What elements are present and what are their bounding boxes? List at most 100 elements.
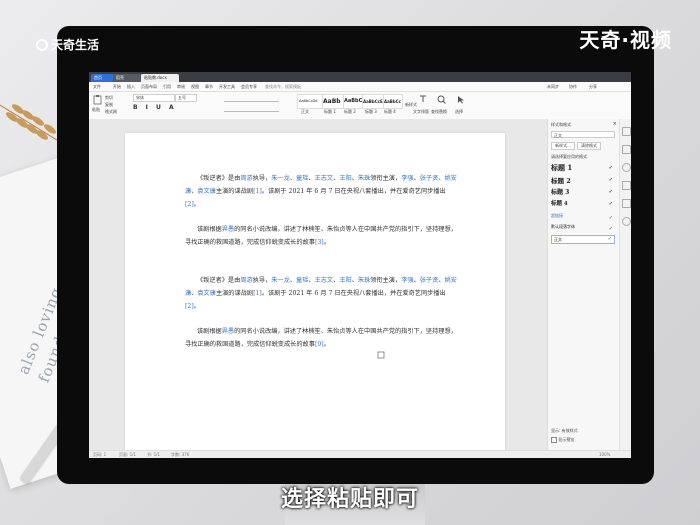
- search-icon[interactable]: [437, 95, 446, 104]
- reference-link[interactable]: [9]: [315, 341, 324, 348]
- sync-status[interactable]: 未同步: [547, 84, 559, 90]
- tool-icon[interactable]: [622, 145, 631, 154]
- style-item-heading-3[interactable]: 标题 3 ✓: [551, 187, 615, 197]
- close-icon[interactable]: ×: [613, 121, 617, 127]
- link-actor[interactable]: 张子贤: [420, 175, 439, 182]
- link-actor[interactable]: 王志文: [315, 277, 334, 284]
- link-director[interactable]: 周游: [240, 175, 252, 182]
- reference-link[interactable]: [3]: [315, 239, 324, 246]
- wps-writer-window: 首页 稻壳 粘贴教.docx 文件 开始 插入 页面布局 引用 审阅 视图 章节…: [89, 72, 631, 458]
- preview-toggle[interactable]: 显示预览: [551, 437, 574, 443]
- reference-link[interactable]: [1]: [253, 188, 262, 195]
- tool-icon[interactable]: [622, 217, 631, 226]
- share-button[interactable]: 分享: [589, 84, 597, 90]
- style-item-label: 默认段落字体: [551, 224, 575, 229]
- tool-icon[interactable]: [622, 127, 631, 136]
- link-actor[interactable]: 朱珠: [358, 175, 370, 182]
- reference-link[interactable]: [2]: [185, 201, 194, 208]
- check-icon: ✓: [608, 226, 613, 232]
- text-layout-label[interactable]: 文字排版: [413, 109, 429, 115]
- font-size-select[interactable]: 五号: [175, 94, 197, 102]
- link-author[interactable]: 畀愚: [222, 328, 234, 335]
- paste-options-icon[interactable]: [377, 351, 385, 359]
- document-page[interactable]: 《叛逆者》是由周游执导，朱一龙、童瑶、王志文、王阳、朱珠领衔主演，李强、张子贤、…: [125, 133, 505, 450]
- style-item-hyperlink[interactable]: 超链接 ✓: [551, 213, 615, 223]
- cursor-icon[interactable]: [457, 95, 465, 104]
- paste-label[interactable]: 粘贴: [92, 107, 100, 113]
- menu-insert[interactable]: 插入: [127, 84, 135, 90]
- paragraph-4-pasted[interactable]: 该剧根据畀愚的同名小说改编，讲述了林楠笙、朱怡贞等人在中国共产党的指引下，坚持理…: [185, 325, 460, 351]
- link-actor[interactable]: 童瑶: [296, 175, 308, 182]
- link-actor[interactable]: 袁文康: [197, 290, 216, 297]
- font-name-select[interactable]: 宋体: [133, 94, 175, 102]
- link-actor[interactable]: 朱一龙: [271, 175, 290, 182]
- link-director[interactable]: 周游: [240, 277, 252, 284]
- text-layout-icon[interactable]: [419, 95, 427, 103]
- link-actor[interactable]: 李强: [401, 175, 413, 182]
- tab-document[interactable]: 粘贴教.docx: [141, 74, 179, 82]
- style-item-body-selected[interactable]: 正文 ✓: [551, 235, 615, 244]
- show-styles-label[interactable]: 显示: 有效样式: [551, 428, 578, 434]
- tool-icon[interactable]: [622, 199, 631, 208]
- cut-button[interactable]: 剪切: [105, 95, 113, 101]
- style-item-label: 标题 2: [551, 177, 571, 185]
- link-actor[interactable]: 王阳: [339, 277, 351, 284]
- tab-bar: 首页 稻壳 粘贴教.docx: [89, 72, 631, 82]
- format-buttons-row[interactable]: B I U A: [133, 104, 177, 111]
- menu-layout[interactable]: 页面布局: [141, 84, 157, 90]
- tool-icon[interactable]: [622, 181, 631, 190]
- style-body[interactable]: AaBbCcDd: [297, 94, 324, 109]
- style-heading-3[interactable]: AaBbCcE: [362, 94, 384, 109]
- tool-icon[interactable]: [622, 163, 631, 172]
- paragraph-buttons-row-1[interactable]: [224, 95, 279, 102]
- reference-link[interactable]: [2]: [185, 303, 194, 310]
- tab-docer[interactable]: 稻壳: [113, 74, 143, 82]
- style-item-heading-4[interactable]: 标题 4 ✓: [551, 199, 615, 209]
- style-heading-4[interactable]: AaBbCc: [383, 94, 403, 109]
- link-actor[interactable]: 朱珠: [358, 277, 370, 284]
- format-painter-button[interactable]: 格式刷: [105, 109, 117, 115]
- menu-file[interactable]: 文件: [93, 84, 101, 90]
- menu-vip[interactable]: 会员专享: [241, 84, 257, 90]
- clear-format-button[interactable]: 清除格式: [577, 142, 601, 150]
- menu-references[interactable]: 引用: [163, 84, 171, 90]
- link-actor[interactable]: 朱一龙: [271, 277, 290, 284]
- style-label-h3: 标题 3: [365, 109, 377, 114]
- find-replace-label[interactable]: 查找替换: [431, 109, 447, 115]
- current-style-field[interactable]: 正文: [551, 131, 615, 138]
- style-item-heading-1[interactable]: 标题 1 ✓: [551, 163, 615, 173]
- style-item-default-font[interactable]: 默认段落字体 ✓: [551, 224, 615, 234]
- link-actor[interactable]: 王志文: [315, 175, 334, 182]
- paragraph-buttons-row-2[interactable]: [224, 105, 279, 112]
- paste-icon[interactable]: [93, 95, 102, 105]
- link-actor[interactable]: 童瑶: [296, 277, 308, 284]
- new-style-button[interactable]: 新样式: [405, 102, 417, 108]
- style-item-heading-2[interactable]: 标题 2 ✓: [551, 175, 615, 185]
- menu-home[interactable]: 开始: [113, 84, 121, 90]
- link-author[interactable]: 畀愚: [222, 226, 234, 233]
- paragraph-3-pasted[interactable]: 《叛逆者》是由周游执导，朱一龙、童瑶、王志文、王阳、朱珠领衔主演，李强、张子贤、…: [185, 274, 460, 313]
- status-words[interactable]: 字数: 376: [171, 452, 189, 458]
- copy-button[interactable]: 复制: [105, 102, 113, 108]
- reference-link[interactable]: [1]: [253, 290, 262, 297]
- paragraph-2[interactable]: 该剧根据畀愚的同名小说改编，讲述了林楠笙、朱怡贞等人在中国共产党的指引下，坚持理…: [185, 223, 460, 249]
- link-actor[interactable]: 袁文康: [197, 188, 216, 195]
- style-heading-1[interactable]: AaBb: [322, 94, 344, 109]
- document-canvas[interactable]: 《叛逆者》是由周游执导，朱一龙、童瑶、王志文、王阳、朱珠领衔主演，李强、张子贤、…: [89, 119, 547, 450]
- menu-view[interactable]: 视图: [191, 84, 199, 90]
- style-heading-2[interactable]: AaBbC: [343, 94, 363, 109]
- command-search[interactable]: 查找命令、搜索模板: [265, 84, 301, 90]
- link-actor[interactable]: 王阳: [339, 175, 351, 182]
- menu-developer[interactable]: 开发工具: [219, 84, 235, 90]
- checkbox[interactable]: [551, 437, 557, 443]
- select-label[interactable]: 选择: [455, 109, 463, 115]
- paragraph-1[interactable]: 《叛逆者》是由周游执导，朱一龙、童瑶、王志文、王阳、朱珠领衔主演，李强、张子贤、…: [185, 172, 460, 211]
- link-actor[interactable]: 张子贤: [420, 277, 439, 284]
- zoom-level[interactable]: 100%: [599, 452, 610, 457]
- menu-review[interactable]: 审阅: [177, 84, 185, 90]
- style-label-body: 正文: [301, 109, 309, 114]
- menu-section[interactable]: 章节: [205, 84, 213, 90]
- collab-button[interactable]: 协作: [569, 84, 577, 90]
- new-style-pane-button[interactable]: 新样式...: [551, 142, 575, 150]
- link-actor[interactable]: 李强: [401, 277, 413, 284]
